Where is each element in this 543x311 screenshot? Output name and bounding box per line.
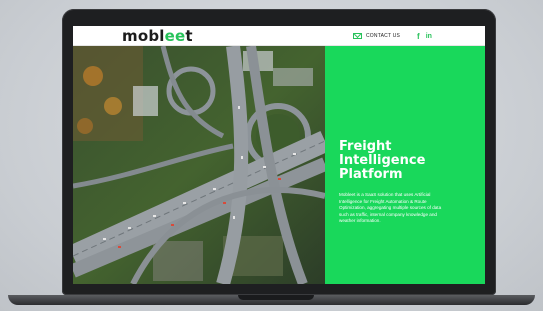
hero-highway-image <box>73 46 325 284</box>
logo-text-accent: ee <box>164 27 186 45</box>
brand-logo[interactable]: mobleet <box>122 27 193 45</box>
nav-links: CONTACT US f in <box>353 31 432 41</box>
mail-icon[interactable] <box>353 33 362 39</box>
hero-title: Freight Intelligence Platform <box>339 139 426 182</box>
facebook-icon[interactable]: f <box>417 32 420 41</box>
logo-text-start: mobl <box>122 27 165 45</box>
hero-panel: Freight Intelligence Platform Mobleet is… <box>325 46 485 284</box>
logo-text-end: t <box>185 27 193 45</box>
contact-us-link[interactable]: CONTACT US <box>366 33 400 39</box>
laptop-notch <box>238 295 314 300</box>
linkedin-icon[interactable]: in <box>426 33 432 40</box>
hero-description: Mobleet is a SaaS solution that uses Art… <box>339 192 442 224</box>
navbar: mobleet CONTACT US f in <box>73 26 485 46</box>
website-screen: mobleet CONTACT US f in Freight Intellig… <box>73 26 485 284</box>
